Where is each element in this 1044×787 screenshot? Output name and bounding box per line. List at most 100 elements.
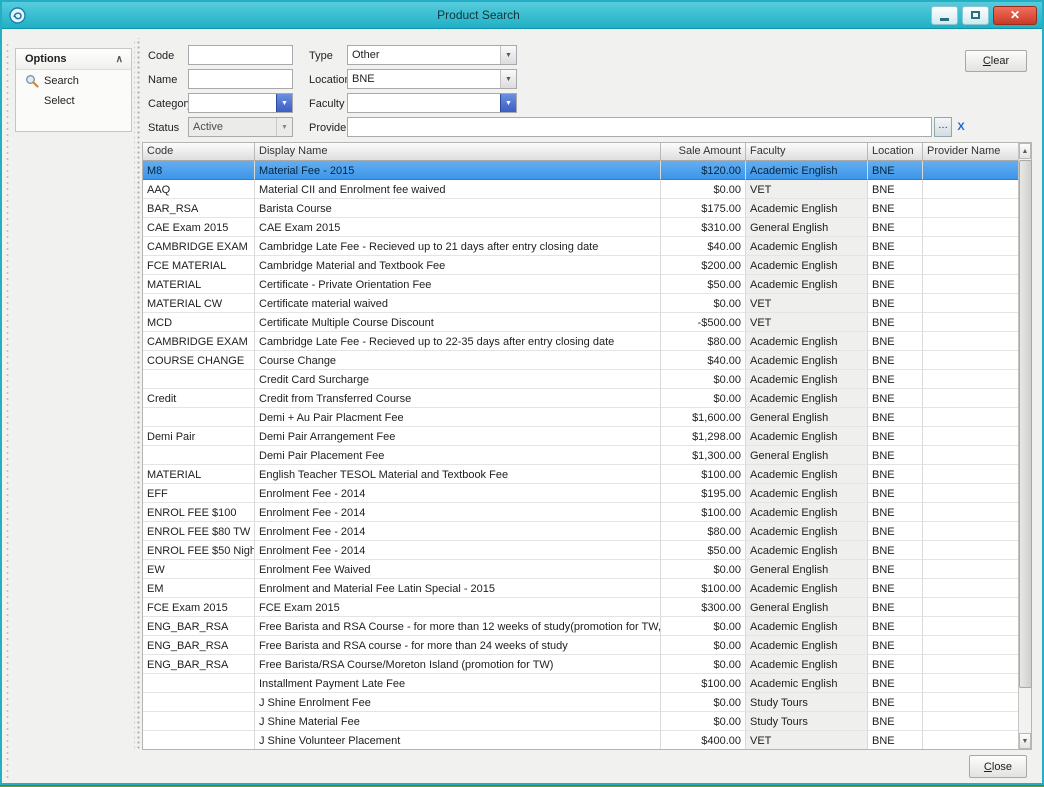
table-row[interactable]: Demi + Au Pair Placment Fee$1,600.00Gene… bbox=[143, 408, 1018, 427]
magnifier-icon bbox=[25, 74, 39, 88]
table-cell: $0.00 bbox=[661, 560, 746, 579]
table-cell: General English bbox=[746, 218, 868, 237]
column-header-sale-amount[interactable]: Sale Amount bbox=[661, 143, 746, 161]
table-cell: BNE bbox=[868, 161, 923, 180]
scroll-up-icon[interactable]: ▲ bbox=[1019, 143, 1031, 159]
column-header-provider-name[interactable]: Provider Name bbox=[923, 143, 1018, 161]
scrollbar-thumb[interactable] bbox=[1019, 160, 1032, 688]
table-row[interactable]: ENROL FEE $100Enrolment Fee - 2014$100.0… bbox=[143, 503, 1018, 522]
table-row[interactable]: AAQMaterial CII and Enrolment fee waived… bbox=[143, 180, 1018, 199]
table-cell: $1,298.00 bbox=[661, 427, 746, 446]
table-row[interactable]: MCDCertificate Multiple Course Discount-… bbox=[143, 313, 1018, 332]
sidebar-item-select[interactable]: Select bbox=[16, 91, 131, 110]
sidebar-item-search[interactable]: Search bbox=[16, 70, 131, 91]
code-input[interactable] bbox=[188, 45, 293, 65]
table-row[interactable]: M8Material Fee - 2015$120.00Academic Eng… bbox=[143, 161, 1018, 180]
table-cell: $300.00 bbox=[661, 598, 746, 617]
column-header-display-name[interactable]: Display Name bbox=[255, 143, 661, 161]
table-cell bbox=[923, 275, 1018, 294]
grid-header-row: Code Display Name Sale Amount Faculty Lo… bbox=[143, 143, 1018, 161]
provider-input[interactable] bbox=[347, 117, 932, 137]
table-row[interactable]: MATERIALCertificate - Private Orientatio… bbox=[143, 275, 1018, 294]
table-cell: Study Tours bbox=[746, 693, 868, 712]
table-cell bbox=[923, 427, 1018, 446]
table-cell: BNE bbox=[868, 275, 923, 294]
table-row[interactable]: CAMBRIDGE EXAMCambridge Late Fee - Recie… bbox=[143, 237, 1018, 256]
column-header-faculty[interactable]: Faculty bbox=[746, 143, 868, 161]
table-row[interactable]: EMEnrolment and Material Fee Latin Speci… bbox=[143, 579, 1018, 598]
column-header-code[interactable]: Code bbox=[143, 143, 255, 161]
table-row[interactable]: EWEnrolment Fee Waived$0.00General Engli… bbox=[143, 560, 1018, 579]
table-cell: $40.00 bbox=[661, 351, 746, 370]
table-row[interactable]: BAR_RSABarista Course$175.00Academic Eng… bbox=[143, 199, 1018, 218]
vertical-scrollbar[interactable]: ▲ ▼ bbox=[1018, 143, 1031, 749]
table-cell: CAMBRIDGE EXAM bbox=[143, 237, 255, 256]
table-row[interactable]: CAMBRIDGE EXAMCambridge Late Fee - Recie… bbox=[143, 332, 1018, 351]
close-button[interactable]: Close bbox=[969, 755, 1027, 778]
table-row[interactable]: Demi PairDemi Pair Arrangement Fee$1,298… bbox=[143, 427, 1018, 446]
chevron-down-icon[interactable]: ▼ bbox=[500, 46, 516, 64]
category-select[interactable]: ▼ bbox=[188, 93, 293, 113]
options-panel-header[interactable]: Options ∧ bbox=[16, 49, 131, 70]
table-row[interactable]: J Shine Material Fee$0.00Study ToursBNE bbox=[143, 712, 1018, 731]
chevron-down-icon[interactable]: ▼ bbox=[276, 94, 292, 112]
table-cell bbox=[923, 199, 1018, 218]
splitter-grip[interactable] bbox=[134, 38, 140, 750]
product-grid: Code Display Name Sale Amount Faculty Lo… bbox=[142, 142, 1032, 750]
table-row[interactable]: Installment Payment Late Fee$100.00Acade… bbox=[143, 674, 1018, 693]
table-cell: General English bbox=[746, 598, 868, 617]
table-cell: BNE bbox=[868, 636, 923, 655]
table-row[interactable]: FCE MATERIALCambridge Material and Textb… bbox=[143, 256, 1018, 275]
table-row[interactable]: ENG_BAR_RSAFree Barista and RSA course -… bbox=[143, 636, 1018, 655]
table-row[interactable]: J Shine Enrolment Fee$0.00Study ToursBNE bbox=[143, 693, 1018, 712]
table-cell: CAMBRIDGE EXAM bbox=[143, 332, 255, 351]
options-panel: Options ∧ Search Select bbox=[15, 48, 132, 132]
maximize-button[interactable] bbox=[962, 6, 989, 25]
type-select[interactable]: Other ▼ bbox=[347, 45, 517, 65]
table-cell: Academic English bbox=[746, 389, 868, 408]
chevron-down-icon[interactable]: ▼ bbox=[500, 70, 516, 88]
table-cell: $0.00 bbox=[661, 712, 746, 731]
provider-lookup-button[interactable]: … bbox=[934, 117, 952, 137]
table-row[interactable]: MATERIALEnglish Teacher TESOL Material a… bbox=[143, 465, 1018, 484]
table-row[interactable]: FCE Exam 2015FCE Exam 2015$300.00General… bbox=[143, 598, 1018, 617]
table-cell: VET bbox=[746, 180, 868, 199]
name-input[interactable] bbox=[188, 69, 293, 89]
scroll-down-icon[interactable]: ▼ bbox=[1019, 733, 1031, 749]
column-header-location[interactable]: Location bbox=[868, 143, 923, 161]
scrollbar-track[interactable] bbox=[1019, 159, 1031, 733]
clear-button[interactable]: Clear bbox=[965, 50, 1027, 72]
table-row[interactable]: MATERIAL CWCertificate material waived$0… bbox=[143, 294, 1018, 313]
table-cell: Free Barista and RSA course - for more t… bbox=[255, 636, 661, 655]
table-row[interactable]: CAE Exam 2015CAE Exam 2015$310.00General… bbox=[143, 218, 1018, 237]
table-cell: BNE bbox=[868, 503, 923, 522]
table-row[interactable]: COURSE CHANGECourse Change$40.00Academic… bbox=[143, 351, 1018, 370]
chevron-down-icon[interactable]: ▼ bbox=[500, 94, 516, 112]
table-row[interactable]: EFFEnrolment Fee - 2014$195.00Academic E… bbox=[143, 484, 1018, 503]
table-row[interactable]: ENROL FEE $80 TWEnrolment Fee - 2014$80.… bbox=[143, 522, 1018, 541]
status-select[interactable]: Active ▼ bbox=[188, 117, 293, 137]
table-cell: BNE bbox=[868, 256, 923, 275]
minimize-button[interactable] bbox=[931, 6, 958, 25]
provider-clear-button[interactable]: X bbox=[953, 117, 969, 137]
table-row[interactable]: J Shine Volunteer Placement$400.00VETBNE bbox=[143, 731, 1018, 749]
table-cell bbox=[923, 503, 1018, 522]
titlebar[interactable]: Product Search ✕ bbox=[2, 2, 1042, 29]
table-cell: $120.00 bbox=[661, 161, 746, 180]
faculty-select[interactable]: ▼ bbox=[347, 93, 517, 113]
table-cell bbox=[923, 465, 1018, 484]
table-cell: Cambridge Material and Textbook Fee bbox=[255, 256, 661, 275]
table-cell: General English bbox=[746, 408, 868, 427]
close-window-button[interactable]: ✕ bbox=[993, 6, 1037, 25]
chevron-down-icon[interactable]: ▼ bbox=[276, 118, 292, 136]
table-row[interactable]: ENG_BAR_RSAFree Barista/RSA Course/Moret… bbox=[143, 655, 1018, 674]
location-select[interactable]: BNE ▼ bbox=[347, 69, 517, 89]
table-cell bbox=[923, 218, 1018, 237]
table-row[interactable]: ENROL FEE $50 NightEnrolment Fee - 2014$… bbox=[143, 541, 1018, 560]
table-row[interactable]: Credit Card Surcharge$0.00Academic Engli… bbox=[143, 370, 1018, 389]
table-row[interactable]: CreditCredit from Transferred Course$0.0… bbox=[143, 389, 1018, 408]
table-row[interactable]: Demi Pair Placement Fee$1,300.00General … bbox=[143, 446, 1018, 465]
chevron-up-icon[interactable]: ∧ bbox=[116, 54, 123, 65]
close-icon: ✕ bbox=[1010, 8, 1020, 22]
table-row[interactable]: ENG_BAR_RSAFree Barista and RSA Course -… bbox=[143, 617, 1018, 636]
